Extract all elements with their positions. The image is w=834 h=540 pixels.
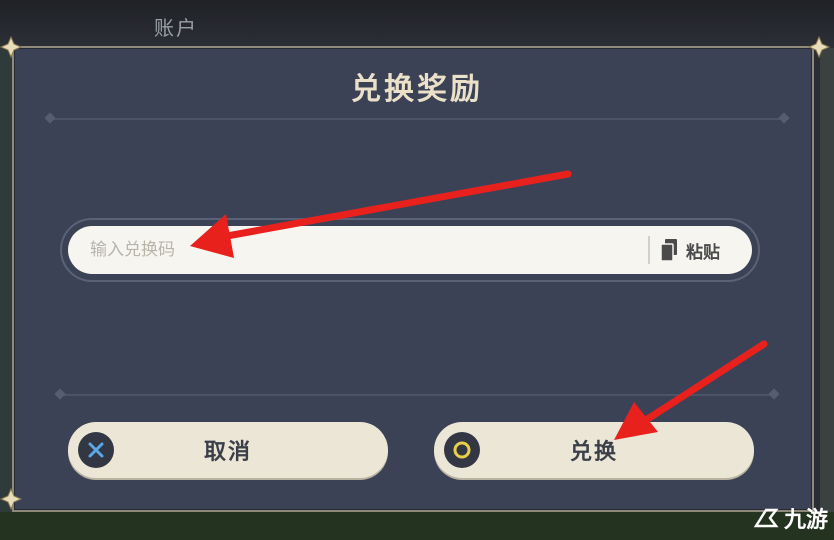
paste-separator: [648, 236, 650, 264]
background-bottom: [0, 512, 834, 540]
background-top: [0, 0, 834, 48]
corner-ornament-icon: [0, 488, 22, 510]
clipboard-icon: [660, 238, 678, 262]
cancel-button-label: 取消: [203, 440, 252, 465]
title-divider: [44, 112, 790, 124]
paste-button-label: 粘贴: [686, 242, 720, 263]
corner-ornament-icon: [0, 36, 22, 58]
redeem-button[interactable]: 兑换: [434, 422, 754, 478]
account-tab[interactable]: 账户: [154, 12, 198, 41]
paste-button[interactable]: 粘贴: [660, 234, 744, 266]
corner-ornament-icon: [808, 36, 830, 58]
buttons-divider: [54, 388, 780, 400]
background-right: [820, 48, 834, 540]
nine-game-logo-icon: [753, 508, 779, 528]
dialog-title: 兑换奖励: [351, 72, 483, 107]
redeem-button-label: 兑换: [569, 440, 618, 465]
logo-text: 九游: [783, 508, 828, 533]
site-logo: 九游: [752, 502, 828, 534]
cancel-button[interactable]: 取消: [68, 422, 388, 478]
